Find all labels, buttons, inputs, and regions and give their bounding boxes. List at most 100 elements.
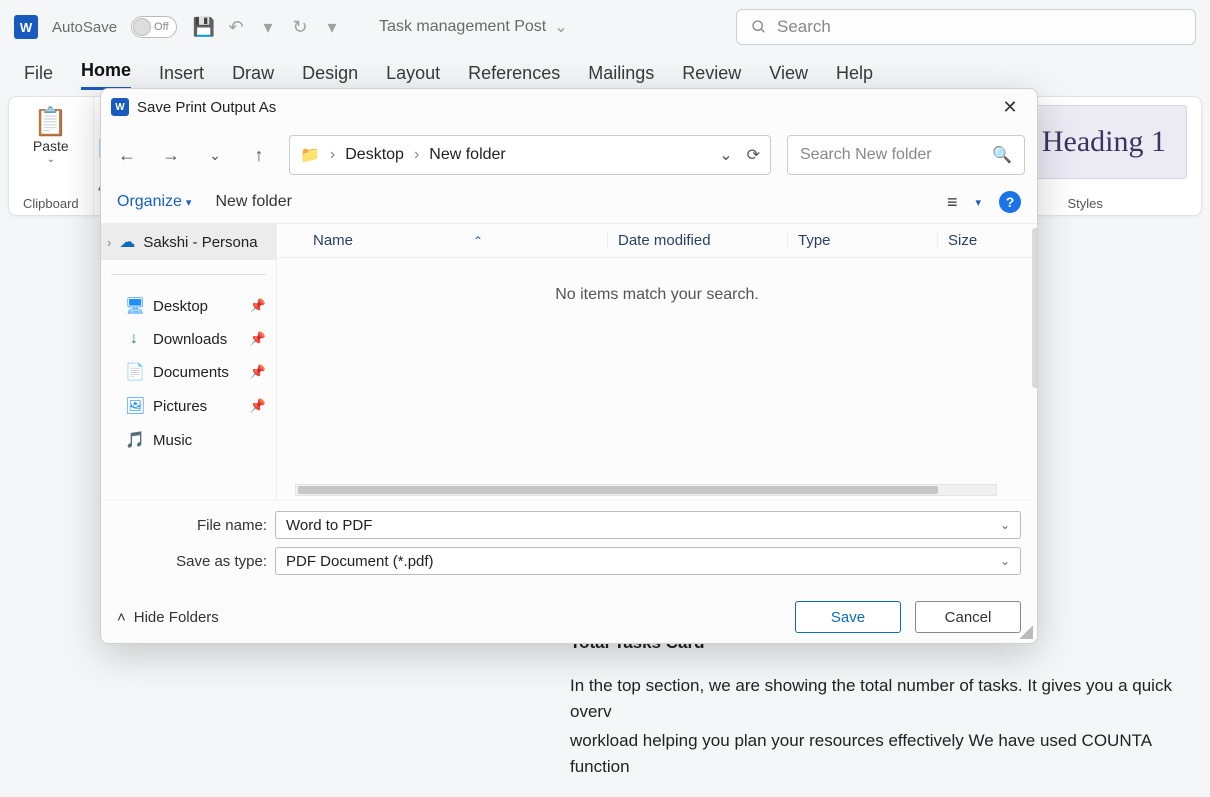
vertical-scrollbar[interactable] <box>1032 228 1038 388</box>
tab-insert[interactable]: Insert <box>159 63 204 90</box>
file-name-input[interactable]: Word to PDF ⌄ <box>275 511 1021 539</box>
empty-message: No items match your search. <box>277 286 1037 304</box>
save-icon[interactable]: 💾 <box>191 17 217 38</box>
tab-design[interactable]: Design <box>302 63 358 90</box>
sidebar-item-pictures[interactable]: 🖼 Pictures 📌 <box>101 389 276 423</box>
save-dialog: W Save Print Output As ✕ ← → ⌄ ↑ 📁 › Des… <box>100 88 1038 644</box>
dialog-sidebar: › ☁ Sakshi - Persona 🖥 Desktop 📌 ↓ Downl… <box>101 224 277 500</box>
folder-icon: 📁 <box>300 145 320 165</box>
undo-icon[interactable]: ↶ <box>223 17 249 38</box>
scrollbar-thumb[interactable] <box>298 486 938 494</box>
search-placeholder: Search <box>777 17 831 37</box>
pin-icon: 📌 <box>250 331 266 347</box>
sidebar-item-documents[interactable]: 📄 Documents 📌 <box>101 355 276 389</box>
paste-label: Paste <box>33 138 69 154</box>
tab-references[interactable]: References <box>468 63 560 90</box>
sidebar-item-downloads[interactable]: ↓ Downloads 📌 <box>101 323 276 355</box>
tab-home[interactable]: Home <box>81 60 131 90</box>
chevron-down-icon[interactable]: ▾ <box>319 17 345 38</box>
column-type[interactable]: Type <box>787 232 937 249</box>
refresh-icon[interactable]: ⟳ <box>747 145 760 165</box>
title-bar: W AutoSave Off 💾 ↶ ▾ ↻ ▾ Task management… <box>0 0 1210 54</box>
tab-mailings[interactable]: Mailings <box>588 63 654 90</box>
breadcrumb-item[interactable]: New folder <box>429 146 505 164</box>
cloud-icon: ☁ <box>119 232 135 252</box>
sidebar-item-desktop[interactable]: 🖥 Desktop 📌 <box>101 289 276 323</box>
organize-dropdown[interactable]: Organize ▾ <box>117 193 191 211</box>
doc-text: workload helping you plan your resources… <box>570 728 1210 779</box>
chevron-down-icon[interactable]: ⌄ <box>1000 518 1010 532</box>
dialog-form: File name: Word to PDF ⌄ Save as type: P… <box>101 500 1037 591</box>
resize-grip-icon[interactable] <box>1019 625 1033 639</box>
clipboard-icon: 📋 <box>33 105 68 138</box>
word-app-icon: W <box>111 98 129 116</box>
save-type-select[interactable]: PDF Document (*.pdf) ⌄ <box>275 547 1021 575</box>
chevron-right-icon: › <box>330 146 335 164</box>
tab-help[interactable]: Help <box>836 63 873 90</box>
heading1-style[interactable]: Heading 1 <box>1021 105 1187 179</box>
music-icon: 🎵 <box>125 430 143 450</box>
autosave-label: AutoSave <box>52 19 117 36</box>
file-columns-header: Name ⌃ Date modified Type Size <box>277 224 1037 258</box>
autosave-state: Off <box>154 21 168 33</box>
breadcrumb-item[interactable]: Desktop <box>345 146 404 164</box>
clipboard-group: 📋 Paste ⌄ Clipboard <box>9 97 94 215</box>
chevron-down-icon[interactable]: ⌄ <box>719 145 732 165</box>
organize-label: Organize <box>117 193 182 211</box>
new-folder-button[interactable]: New folder <box>215 193 291 211</box>
view-options-icon[interactable]: ≡ <box>947 192 958 213</box>
hide-folders-toggle[interactable]: ˄ Hide Folders <box>117 609 219 626</box>
close-button[interactable]: ✕ <box>993 93 1027 121</box>
toggle-knob-icon <box>133 18 151 36</box>
document-icon: 📄 <box>125 362 143 382</box>
recent-dropdown[interactable]: ⌄ <box>201 147 229 164</box>
sidebar-label: Pictures <box>153 398 207 415</box>
dialog-search-input[interactable]: Search New folder 🔍 <box>787 135 1025 175</box>
back-button[interactable]: ← <box>113 145 141 166</box>
document-title-text: Task management Post <box>379 18 546 36</box>
save-button[interactable]: Save <box>795 601 901 633</box>
search-icon: 🔍 <box>992 145 1012 165</box>
cancel-button[interactable]: Cancel <box>915 601 1021 633</box>
chevron-down-icon[interactable]: ▾ <box>975 196 981 209</box>
chevron-up-icon: ˄ <box>117 609 126 626</box>
chevron-down-icon[interactable]: ▾ <box>255 17 281 38</box>
file-list: Name ⌃ Date modified Type Size No items … <box>277 224 1037 500</box>
sidebar-item-onedrive[interactable]: › ☁ Sakshi - Persona <box>101 224 276 260</box>
dialog-nav: ← → ⌄ ↑ 📁 › Desktop › New folder ⌄ ⟳ Sea… <box>101 125 1037 185</box>
sidebar-label: Sakshi - Persona <box>143 234 257 251</box>
sidebar-item-music[interactable]: 🎵 Music <box>101 423 276 457</box>
dialog-toolbar: Organize ▾ New folder ≡ ▾ ? <box>101 185 1037 224</box>
horizontal-scrollbar[interactable] <box>295 484 997 496</box>
picture-icon: 🖼 <box>125 396 143 416</box>
column-name[interactable]: Name <box>313 232 353 249</box>
tab-draw[interactable]: Draw <box>232 63 274 90</box>
search-input[interactable]: Search <box>736 9 1196 45</box>
chevron-down-icon[interactable]: ⌄ <box>1000 554 1010 568</box>
help-icon[interactable]: ? <box>999 191 1021 213</box>
tab-file[interactable]: File <box>24 63 53 90</box>
styles-group-label: Styles <box>1067 196 1102 211</box>
tab-review[interactable]: Review <box>682 63 741 90</box>
clipboard-group-label: Clipboard <box>23 196 79 211</box>
file-name-label: File name: <box>117 517 267 534</box>
column-size[interactable]: Size <box>937 232 1037 249</box>
download-icon: ↓ <box>125 330 143 348</box>
search-placeholder: Search New folder <box>800 146 932 164</box>
paste-button[interactable]: 📋 Paste ⌄ <box>33 105 69 165</box>
redo-icon[interactable]: ↻ <box>287 17 313 38</box>
document-title[interactable]: Task management Post ⌄ <box>379 17 568 37</box>
save-type-label: Save as type: <box>117 553 267 570</box>
chevron-down-icon: ▾ <box>186 196 192 209</box>
sort-ascending-icon[interactable]: ⌃ <box>473 234 483 248</box>
chevron-right-icon: › <box>107 235 111 250</box>
dialog-footer: ˄ Hide Folders Save Cancel <box>101 591 1037 643</box>
forward-button[interactable]: → <box>157 145 185 166</box>
tab-layout[interactable]: Layout <box>386 63 440 90</box>
hide-folders-label: Hide Folders <box>134 609 219 626</box>
up-button[interactable]: ↑ <box>245 145 273 166</box>
address-bar[interactable]: 📁 › Desktop › New folder ⌄ ⟳ <box>289 135 771 175</box>
tab-view[interactable]: View <box>769 63 808 90</box>
column-date[interactable]: Date modified <box>607 232 787 249</box>
autosave-toggle[interactable]: Off <box>131 16 177 38</box>
